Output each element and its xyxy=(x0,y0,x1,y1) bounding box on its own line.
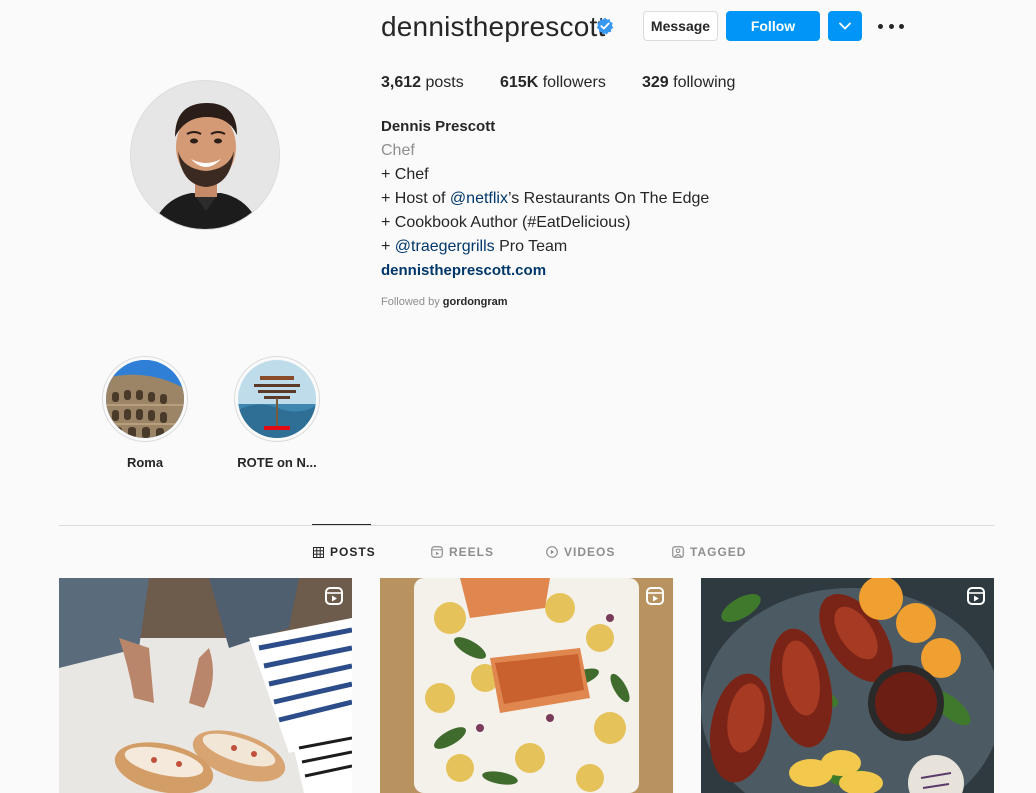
verified-badge-icon xyxy=(596,17,614,35)
dot xyxy=(888,23,894,29)
highlight-rote[interactable] xyxy=(234,356,320,442)
smoked-turkey-legs-image xyxy=(701,578,994,793)
options-more-icon[interactable] xyxy=(878,18,904,34)
stat-following[interactable]: 329 following xyxy=(642,74,735,92)
colosseum-image xyxy=(106,360,184,438)
bio-line-1: + Chef xyxy=(381,166,429,183)
bio-text: + Host of xyxy=(381,190,450,207)
message-button[interactable]: Message xyxy=(643,11,718,41)
tabs-divider xyxy=(59,525,994,526)
highlight-roma-image xyxy=(106,360,184,438)
highlight-rote-label: ROTE on N... xyxy=(237,455,317,470)
netflix-mention-link[interactable]: @netflix xyxy=(450,190,508,207)
followed-by-user: gordongram xyxy=(442,296,508,308)
lobster-rolls-image xyxy=(59,578,352,793)
bio-text: + xyxy=(381,238,395,255)
bio-line-2: + Host of @netflix’s Restaurants On The … xyxy=(381,189,709,209)
tab-reels-label: REELS xyxy=(449,545,495,559)
post-tile[interactable] xyxy=(701,578,994,793)
suggested-accounts-button[interactable] xyxy=(828,11,862,41)
tab-posts[interactable]: POSTS xyxy=(313,545,376,559)
reels-icon xyxy=(431,546,443,558)
traegergrills-mention-link[interactable]: @traegergrills xyxy=(395,238,495,255)
stat-posts: 3,612 posts xyxy=(381,74,464,92)
post-tile[interactable] xyxy=(380,578,673,793)
dot xyxy=(899,23,904,29)
avatar-image xyxy=(131,81,279,229)
tab-reels[interactable]: REELS xyxy=(431,545,494,559)
play-circle-icon xyxy=(546,546,558,558)
grid-icon xyxy=(313,546,324,558)
tag-user-icon xyxy=(672,546,684,558)
following-label: following xyxy=(673,74,736,91)
highlight-roma[interactable] xyxy=(102,356,188,442)
followers-label: followers xyxy=(542,74,606,91)
tab-videos[interactable]: VIDEOS xyxy=(546,545,615,559)
profile-category: Chef xyxy=(381,142,415,159)
reels-icon xyxy=(646,587,664,605)
chevron-down-icon xyxy=(839,22,851,30)
highlight-rote-image xyxy=(238,360,316,438)
bio-text: Pro Team xyxy=(494,238,568,255)
restaurants-on-the-edge-cover-image xyxy=(238,360,316,438)
following-count: 329 xyxy=(642,74,669,91)
tab-tagged-label: TAGGED xyxy=(690,545,747,559)
active-tab-indicator xyxy=(312,524,371,525)
posts-label: posts xyxy=(425,74,464,91)
salmon-potatoes-image xyxy=(380,578,673,793)
followed-by-prefix: Followed by xyxy=(381,296,443,308)
reels-icon xyxy=(967,587,985,605)
highlight-roma-label: Roma xyxy=(126,455,164,470)
post-tile[interactable] xyxy=(59,578,352,793)
followers-count: 615K xyxy=(500,74,539,91)
follow-button[interactable]: Follow xyxy=(726,11,820,41)
profile-avatar[interactable] xyxy=(130,80,280,230)
tab-videos-label: VIDEOS xyxy=(564,545,616,559)
posts-count: 3,612 xyxy=(381,74,422,91)
profile-full-name: Dennis Prescott xyxy=(381,118,496,135)
tab-tagged[interactable]: TAGGED xyxy=(672,545,746,559)
dot xyxy=(878,23,883,29)
bio-line-3: + Cookbook Author (#EatDelicious) xyxy=(381,214,631,231)
website-link[interactable]: dennistheprescott.com xyxy=(381,261,546,281)
reels-icon xyxy=(325,587,343,605)
bio-text: ’s Restaurants On The Edge xyxy=(507,190,710,207)
bio-line-4: + @traegergrills Pro Team xyxy=(381,237,567,257)
tab-posts-label: POSTS xyxy=(330,545,376,559)
followed-by[interactable]: Followed by gordongram xyxy=(381,296,508,308)
profile-username: dennistheprescott xyxy=(381,11,606,42)
stat-followers[interactable]: 615K followers xyxy=(500,74,606,92)
